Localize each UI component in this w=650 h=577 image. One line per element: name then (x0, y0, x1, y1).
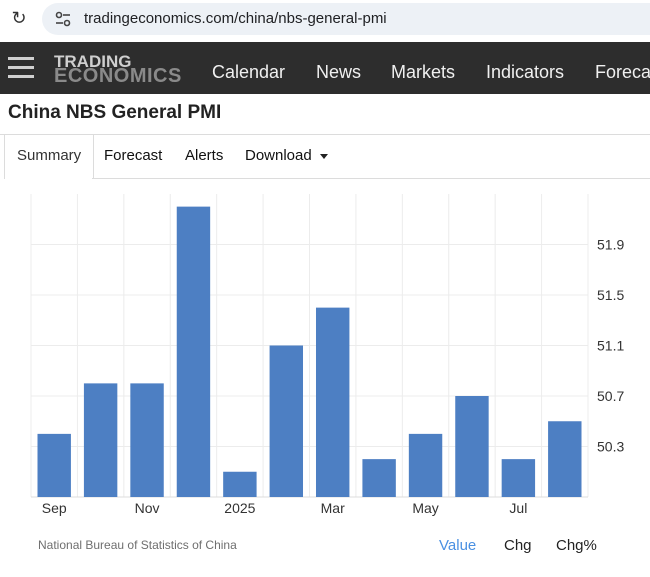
toggle-value[interactable]: Value (439, 537, 476, 554)
x-tick-label: Nov (135, 500, 160, 516)
bar (455, 396, 489, 497)
x-tick-label: Sep (42, 500, 67, 516)
toggle-chg-pct[interactable]: Chg% (556, 537, 597, 554)
nav-news[interactable]: News (316, 62, 361, 83)
url-box[interactable]: tradingeconomics.com/china/nbs-general-p… (42, 3, 650, 35)
tab-download-label: Download (245, 147, 312, 164)
nav-calendar[interactable]: Calendar (212, 62, 285, 83)
bar (269, 345, 304, 497)
y-tick-label: 51.1 (597, 338, 624, 354)
y-tick-label: 50.3 (597, 439, 624, 455)
bar (408, 433, 443, 497)
top-nav: TRADING ECONOMICS Calendar News Markets … (0, 42, 650, 94)
tab-forecast[interactable]: Forecast (104, 147, 162, 164)
bar (130, 383, 164, 497)
browser-address-bar: ↻ tradingeconomics.com/china/nbs-general… (0, 0, 650, 40)
menu-icon[interactable] (8, 57, 34, 79)
x-tick-label: May (412, 500, 438, 516)
x-tick-label: Jul (509, 500, 527, 516)
tab-divider (92, 178, 650, 179)
tab-download[interactable]: Download (245, 147, 328, 164)
x-tick-label: 2025 (224, 500, 255, 516)
site-info-icon[interactable] (54, 10, 72, 28)
nav-indicators[interactable]: Indicators (486, 62, 564, 83)
logo-line2: ECONOMICS (54, 65, 182, 87)
y-tick-label: 51.5 (597, 287, 624, 303)
nav-forecast[interactable]: Foreca (595, 62, 650, 83)
toggle-chg[interactable]: Chg (504, 537, 532, 554)
tab-alerts[interactable]: Alerts (185, 147, 223, 164)
bar (362, 459, 396, 497)
bar (223, 471, 257, 497)
bar (501, 459, 536, 497)
chevron-down-icon (319, 153, 328, 159)
bar (37, 433, 71, 497)
logo[interactable]: TRADING ECONOMICS (54, 53, 182, 87)
url-text[interactable]: tradingeconomics.com/china/nbs-general-p… (84, 10, 387, 27)
tab-summary[interactable]: Summary (17, 147, 81, 164)
y-tick-label: 50.7 (597, 388, 624, 404)
nav-markets[interactable]: Markets (391, 62, 455, 83)
x-tick-label: Mar (321, 500, 345, 516)
bar (176, 206, 211, 497)
reload-icon[interactable]: ↻ (8, 7, 30, 29)
bar (315, 307, 350, 497)
y-tick-label: 51.9 (597, 237, 624, 253)
source-label: National Bureau of Statistics of China (38, 538, 237, 552)
bar (548, 421, 582, 497)
page-title: China NBS General PMI (8, 102, 222, 123)
pmi-bar-chart: 50.3 50.7 51.1 51.5 51.9 Sep Nov 2025 Mar May Jul (30, 194, 624, 516)
title-divider (0, 134, 650, 135)
bar (83, 383, 118, 497)
